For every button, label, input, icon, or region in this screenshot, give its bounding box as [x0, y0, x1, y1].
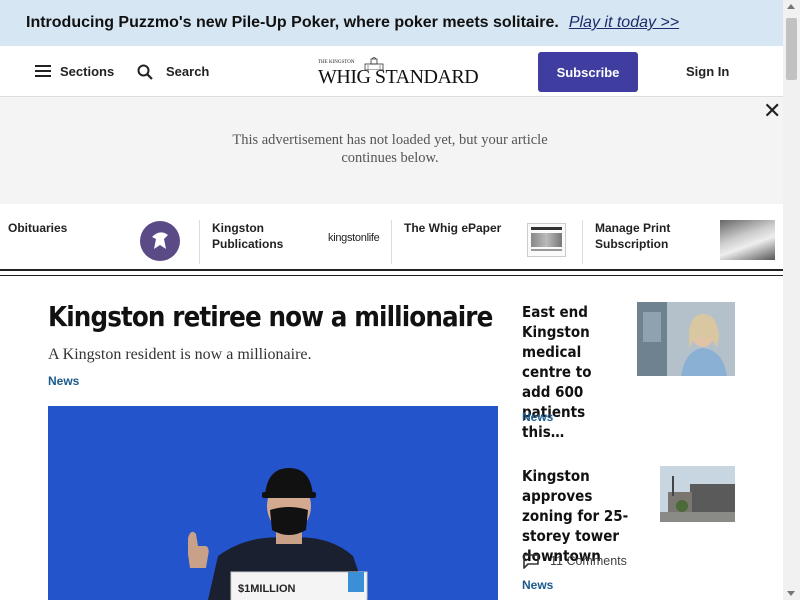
search-label: Search	[166, 63, 210, 79]
comment-icon	[523, 554, 539, 569]
site-logo[interactable]: THE KINGSTON WHIG STANDARD	[318, 56, 479, 88]
manage-print-link[interactable]: Manage Print Subscription	[595, 220, 680, 252]
divider	[0, 269, 783, 271]
side-article-thumbnail[interactable]	[660, 466, 735, 522]
page-scrollbar[interactable]	[783, 0, 800, 600]
promo-link[interactable]: Play it today >>	[569, 14, 679, 32]
promo-strip: Obituaries Kingston Publications kingsto…	[0, 204, 783, 268]
kingstonlife-logo[interactable]: kingstonlife	[328, 232, 380, 244]
search-button[interactable]: Search	[137, 46, 209, 96]
article-section-tag[interactable]: News	[48, 374, 79, 388]
comments-count: 11 Comments	[550, 554, 627, 568]
side-article-title[interactable]: Kingston approves zoning for 25-storey t…	[522, 466, 639, 566]
sign-in-link[interactable]: Sign In	[686, 46, 729, 96]
strip-divider	[199, 220, 200, 264]
close-icon[interactable]: ✕	[763, 100, 781, 122]
scroll-down-arrow-icon[interactable]	[787, 591, 795, 596]
comments-link[interactable]: 11 Comments	[522, 553, 627, 569]
strip-divider	[582, 220, 583, 264]
sections-label: Sections	[60, 63, 115, 79]
side-article-section-tag[interactable]: News	[522, 410, 553, 424]
side-article-thumbnail[interactable]	[637, 302, 735, 376]
scrollbar-thumb[interactable]	[786, 18, 797, 80]
article-hero-image[interactable]: $1MILLION	[48, 406, 498, 600]
strip-divider	[391, 220, 392, 264]
advertisement-placeholder: ✕ This advertisement has not loaded yet,…	[0, 97, 783, 204]
epaper-link[interactable]: The Whig ePaper	[404, 220, 501, 236]
article-deck: A Kingston resident is now a millionaire…	[48, 346, 312, 363]
logo-small-text: THE KINGSTON	[318, 60, 355, 65]
search-icon	[137, 64, 153, 80]
epaper-thumbnail[interactable]	[527, 223, 566, 257]
newspaper-stack-image[interactable]	[720, 220, 775, 260]
ad-message: This advertisement has not loaded yet, b…	[232, 132, 548, 166]
kingston-publications-link[interactable]: Kingston Publications	[212, 220, 292, 252]
cheque-text: $1MILLION	[238, 583, 296, 595]
obituaries-link[interactable]: Obituaries	[8, 220, 67, 236]
sections-button[interactable]: Sections	[35, 46, 114, 96]
city-hall-emblem-icon	[364, 57, 384, 70]
obituaries-icon[interactable]	[140, 221, 180, 261]
promo-text: Introducing Puzzmo's new Pile-Up Poker, …	[26, 14, 559, 31]
divider	[0, 275, 783, 276]
article-headline[interactable]: Kingston retiree now a millionaire	[48, 300, 493, 333]
scroll-up-arrow-icon[interactable]	[787, 4, 795, 9]
site-header: Sections Search THE KINGSTON WHIG STANDA…	[0, 46, 783, 98]
side-article-section-tag[interactable]: News	[522, 578, 553, 592]
logo-main-text: WHIG STANDARD	[318, 66, 479, 88]
menu-icon	[35, 65, 51, 77]
subscribe-button[interactable]: Subscribe	[538, 52, 638, 92]
promo-banner: Introducing Puzzmo's new Pile-Up Poker, …	[0, 0, 783, 46]
